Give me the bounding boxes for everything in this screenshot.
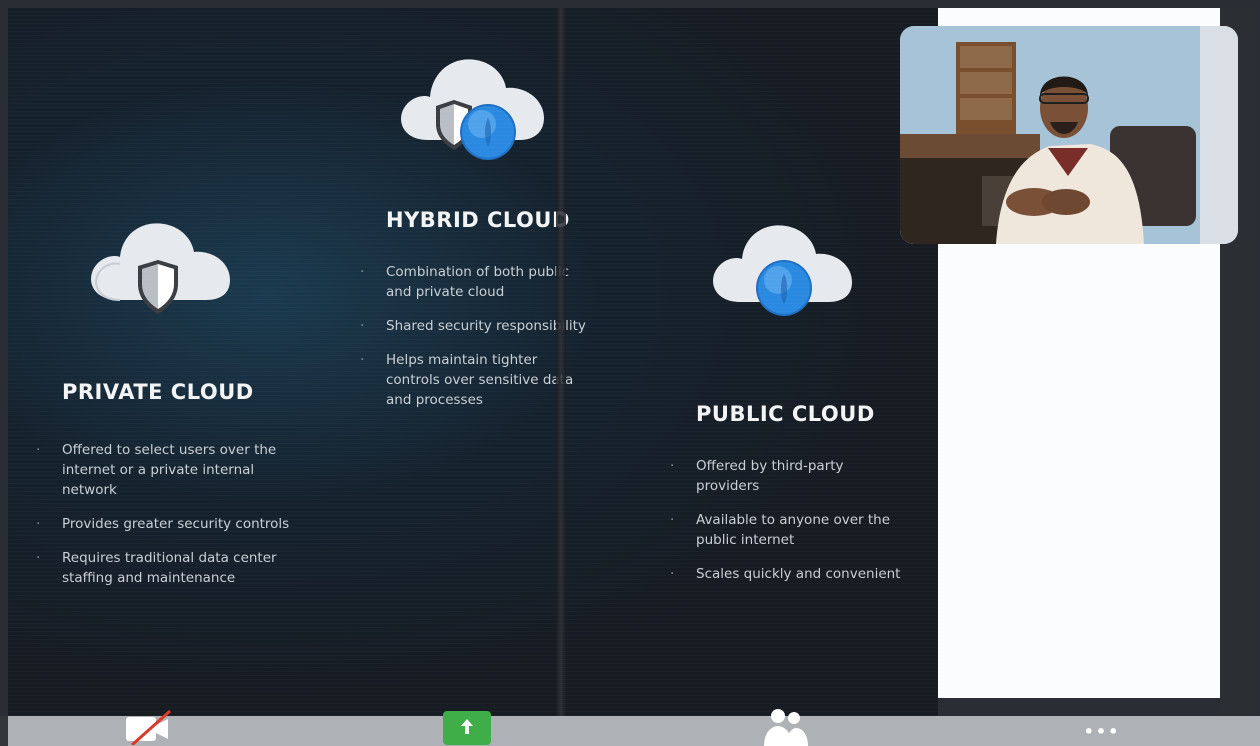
camera-toggle-button[interactable]	[122, 706, 174, 746]
public-cloud-title: PUBLIC CLOUD	[696, 402, 875, 426]
share-screen-button[interactable]	[440, 706, 494, 746]
meeting-toolbar	[0, 716, 1260, 746]
list-item: Available to anyone over the public inte…	[670, 510, 902, 550]
more-options-button[interactable]: •••	[1072, 716, 1132, 746]
participants-icon	[764, 709, 808, 746]
list-item: Offered by third-party providers	[670, 456, 902, 496]
presenter-video[interactable]	[900, 26, 1238, 244]
more-icon: •••	[1083, 721, 1121, 741]
list-item: Requires traditional data center staffin…	[36, 548, 290, 588]
camera-off-icon	[126, 709, 172, 745]
list-item: Offered to select users over the interne…	[36, 440, 290, 500]
list-item: Scales quickly and convenient	[670, 564, 902, 584]
participants-button[interactable]	[756, 706, 814, 746]
public-cloud-list: Offered by third-party providers Availab…	[670, 456, 902, 598]
cloud-shield-icon	[91, 223, 230, 314]
share-screen-icon	[443, 711, 491, 745]
cloud-shield-globe-icon	[401, 59, 544, 160]
private-cloud-list: Offered to select users over the interne…	[36, 440, 290, 602]
list-item: Provides greater security controls	[36, 514, 290, 534]
presenter-video-image	[900, 26, 1238, 244]
private-cloud-title: PRIVATE CLOUD	[62, 380, 254, 404]
hybrid-cloud-title: HYBRID CLOUD	[386, 208, 570, 232]
cloud-globe-icon	[713, 225, 852, 316]
screen-fold	[556, 8, 566, 720]
shared-slide: PRIVATE CLOUD Offered to select users ov…	[8, 8, 938, 720]
toolbar-edge	[0, 716, 8, 746]
